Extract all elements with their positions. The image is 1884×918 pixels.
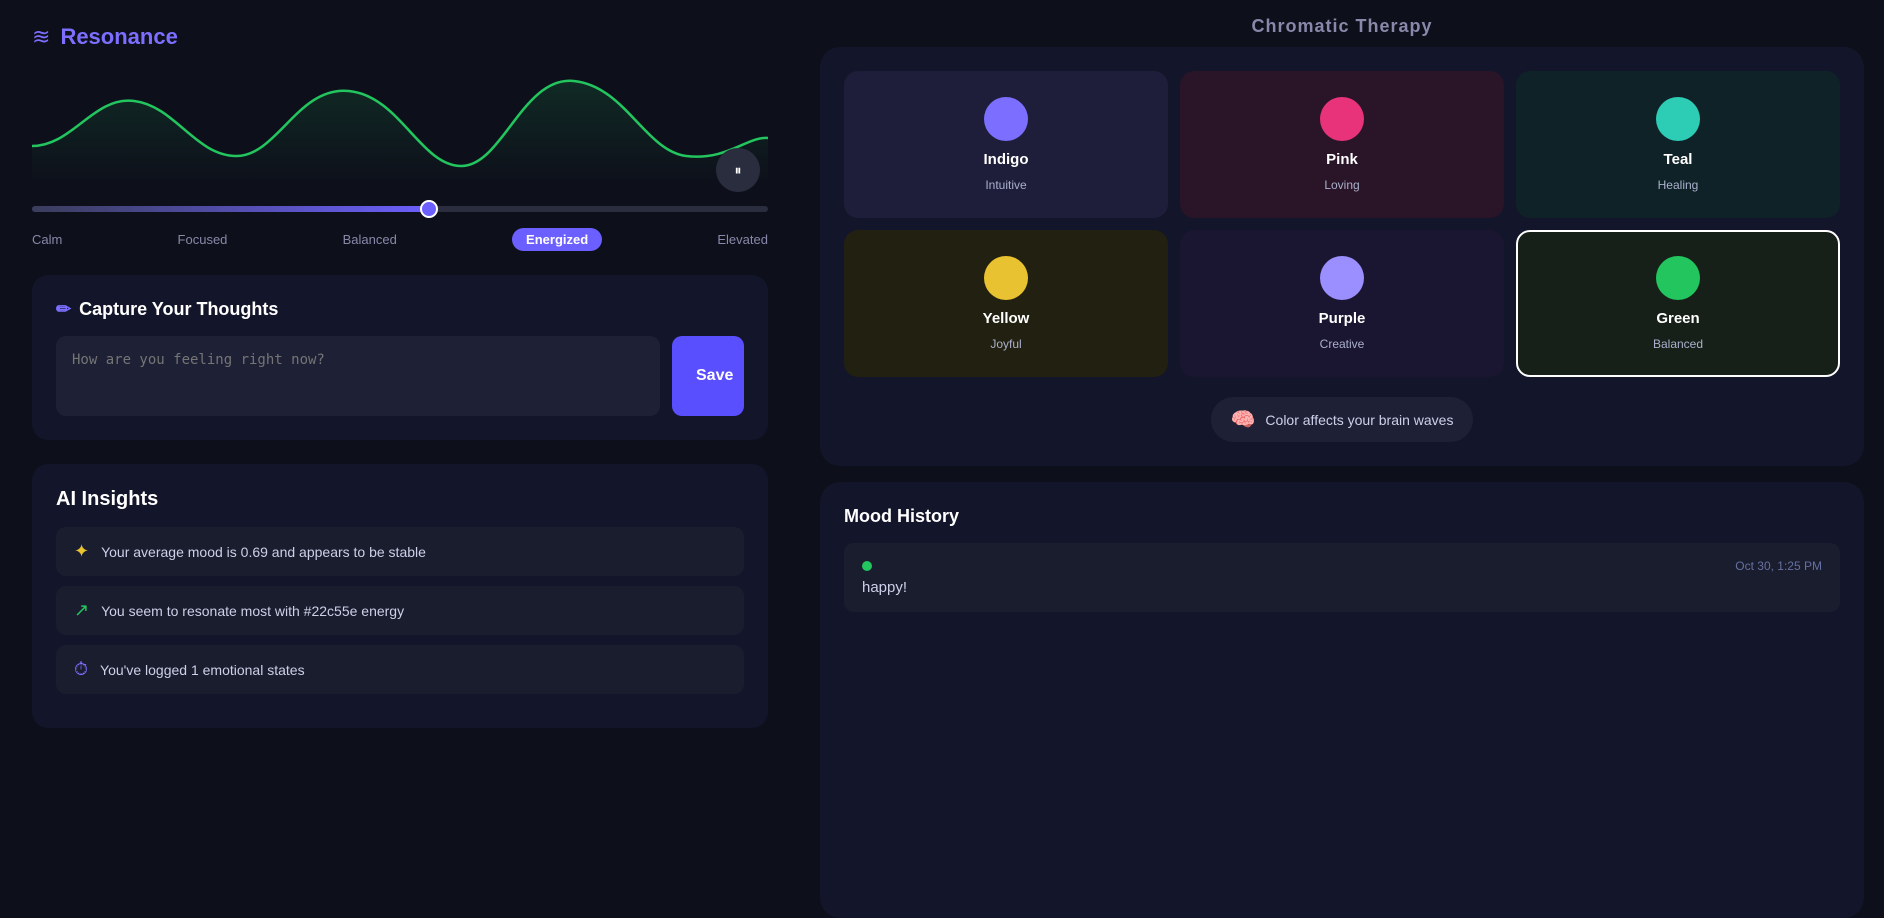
- brain-badge-text: Color affects your brain waves: [1265, 412, 1453, 428]
- mood-timestamp: Oct 30, 1:25 PM: [1735, 559, 1822, 573]
- indigo-name: Indigo: [984, 151, 1029, 168]
- yellow-desc: Joyful: [990, 337, 1021, 351]
- mood-label-balanced[interactable]: Balanced: [343, 232, 397, 247]
- mood-label-energized[interactable]: Energized: [512, 228, 602, 251]
- mood-history-heading: Mood History: [844, 506, 1840, 527]
- color-card-indigo[interactable]: Indigo Intuitive: [844, 71, 1168, 218]
- pink-name: Pink: [1326, 151, 1358, 168]
- teal-name: Teal: [1664, 151, 1693, 168]
- mood-slider-track[interactable]: [32, 206, 768, 212]
- capture-section: ✏ Capture Your Thoughts Save: [32, 275, 768, 440]
- app-header: ≋ Resonance: [0, 0, 800, 66]
- mood-slider-section: Calm Focused Balanced Energized Elevated: [32, 206, 768, 251]
- color-card-purple[interactable]: Purple Creative: [1180, 230, 1504, 377]
- mood-labels: Calm Focused Balanced Energized Elevated: [32, 228, 768, 251]
- clock-icon: ⏱: [74, 659, 88, 680]
- brain-waves-badge: 🧠 Color affects your brain waves: [1211, 397, 1474, 442]
- purple-dot: [1320, 256, 1364, 300]
- insight-mood-text: Your average mood is 0.69 and appears to…: [101, 544, 426, 560]
- capture-heading-text: Capture Your Thoughts: [79, 299, 278, 320]
- insight-logged-text: You've logged 1 emotional states: [100, 662, 305, 678]
- green-desc: Balanced: [1653, 337, 1703, 351]
- brain-icon: 🧠: [1231, 407, 1256, 432]
- right-panel: Chromatic Therapy Indigo Intuitive Pink …: [800, 0, 1884, 918]
- mood-history-panel: Mood History Oct 30, 1:25 PM happy!: [820, 482, 1864, 918]
- green-name: Green: [1656, 310, 1699, 327]
- mood-label-elevated[interactable]: Elevated: [717, 232, 768, 247]
- color-card-yellow[interactable]: Yellow Joyful: [844, 230, 1168, 377]
- mood-entry: Oct 30, 1:25 PM happy!: [844, 543, 1840, 612]
- logo-waves-icon: ≋: [32, 24, 50, 50]
- green-dot: [1656, 256, 1700, 300]
- app-title: Resonance: [60, 24, 177, 50]
- trend-icon: ↗: [74, 600, 89, 621]
- color-card-green[interactable]: Green Balanced: [1516, 230, 1840, 377]
- chromatic-header: Chromatic Therapy: [820, 0, 1864, 47]
- mood-slider-fill: [32, 206, 437, 212]
- mood-entry-top: Oct 30, 1:25 PM: [862, 559, 1822, 573]
- capture-heading: ✏ Capture Your Thoughts: [56, 299, 744, 320]
- teal-dot: [1656, 97, 1700, 141]
- star-icon: ✦: [74, 541, 89, 562]
- yellow-name: Yellow: [983, 310, 1030, 327]
- insight-energy-text: You seem to resonate most with #22c55e e…: [101, 603, 404, 619]
- save-button[interactable]: Save: [672, 336, 744, 416]
- purple-name: Purple: [1319, 310, 1366, 327]
- color-card-pink[interactable]: Pink Loving: [1180, 71, 1504, 218]
- pause-button[interactable]: ⏸: [716, 148, 760, 192]
- insight-card-mood: ✦ Your average mood is 0.69 and appears …: [56, 527, 744, 576]
- pink-dot: [1320, 97, 1364, 141]
- mood-label-focused[interactable]: Focused: [178, 232, 228, 247]
- color-therapy-panel: Indigo Intuitive Pink Loving Teal Healin…: [820, 47, 1864, 466]
- teal-desc: Healing: [1658, 178, 1699, 192]
- mood-entry-text: happy!: [862, 579, 1822, 596]
- chromatic-title: Chromatic Therapy: [1251, 16, 1432, 36]
- pencil-icon: ✏: [56, 299, 71, 320]
- wave-chart: [32, 66, 768, 186]
- color-card-teal[interactable]: Teal Healing: [1516, 71, 1840, 218]
- mood-entry-dot: [862, 561, 872, 571]
- ai-insights-section: AI Insights ✦ Your average mood is 0.69 …: [32, 464, 768, 728]
- indigo-dot: [984, 97, 1028, 141]
- mood-slider-thumb[interactable]: [420, 200, 438, 218]
- color-grid: Indigo Intuitive Pink Loving Teal Healin…: [844, 71, 1840, 377]
- indigo-desc: Intuitive: [985, 178, 1026, 192]
- purple-desc: Creative: [1320, 337, 1365, 351]
- yellow-dot: [984, 256, 1028, 300]
- mood-label-calm[interactable]: Calm: [32, 232, 62, 247]
- ai-insights-heading: AI Insights: [56, 488, 744, 511]
- left-panel: ≋ Resonance ⏸ Calm Focused Balanced Ene: [0, 0, 800, 918]
- insight-card-energy: ↗ You seem to resonate most with #22c55e…: [56, 586, 744, 635]
- capture-textarea[interactable]: [56, 336, 660, 416]
- insight-card-logged: ⏱ You've logged 1 emotional states: [56, 645, 744, 694]
- capture-input-row: Save: [56, 336, 744, 416]
- pink-desc: Loving: [1324, 178, 1359, 192]
